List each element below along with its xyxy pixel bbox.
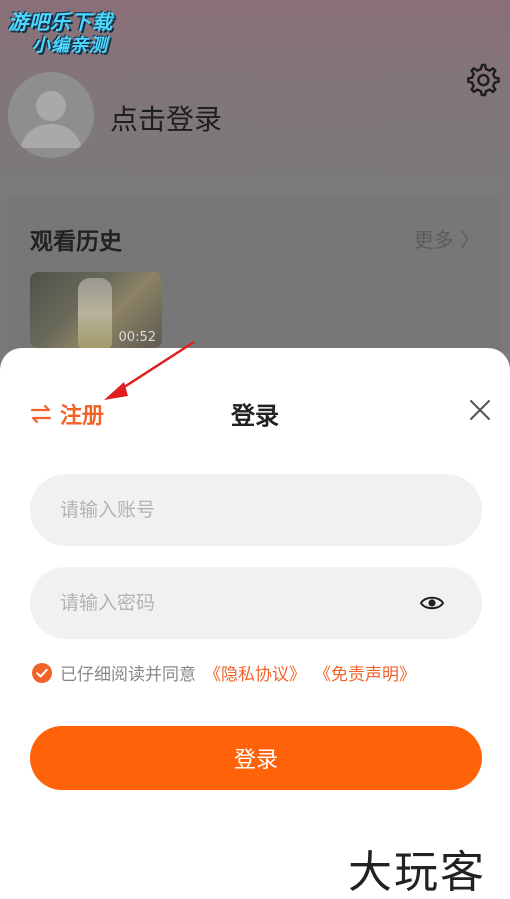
watermark-line-2: 小编亲测 — [32, 35, 108, 56]
thumbnail-figure — [78, 278, 112, 348]
gear-icon[interactable] — [464, 62, 500, 98]
eye-icon[interactable] — [420, 592, 444, 614]
watermark-top: 游吧乐下载 小编亲测 — [8, 10, 148, 58]
history-more-link[interactable]: 更多 〉 — [414, 224, 480, 253]
agreement-text: 已仔细阅读并同意 — [60, 665, 196, 685]
account-field[interactable] — [30, 474, 482, 546]
password-input[interactable] — [30, 567, 482, 639]
agreement-row: 已仔细阅读并同意 《隐私协议》 《免责声明》 — [32, 660, 416, 685]
avatar[interactable] — [8, 72, 94, 158]
watermark-line-1: 游吧乐下载 — [8, 10, 113, 34]
close-icon[interactable] — [468, 398, 492, 422]
password-field[interactable] — [30, 567, 482, 639]
disclaimer-link[interactable]: 《免责声明》 — [314, 660, 416, 685]
sheet-title: 登录 — [231, 402, 279, 430]
check-icon[interactable] — [32, 662, 52, 683]
watermark-bottom: 大玩客 — [348, 847, 486, 898]
video-duration: 00:52 — [118, 330, 156, 345]
login-button[interactable]: 登录 — [30, 726, 482, 790]
history-thumbnail[interactable]: 00:52 — [30, 272, 162, 348]
account-input[interactable] — [30, 474, 482, 546]
login-bottom-sheet: 注册 登录 已仔细阅读并同意 《隐私协议》 《免责声明》 登录 大玩客 — [0, 348, 510, 899]
privacy-policy-link[interactable]: 《隐私协议》 — [204, 660, 306, 685]
login-prompt[interactable]: 点击登录 — [110, 98, 222, 138]
history-title: 观看历史 — [30, 229, 122, 255]
